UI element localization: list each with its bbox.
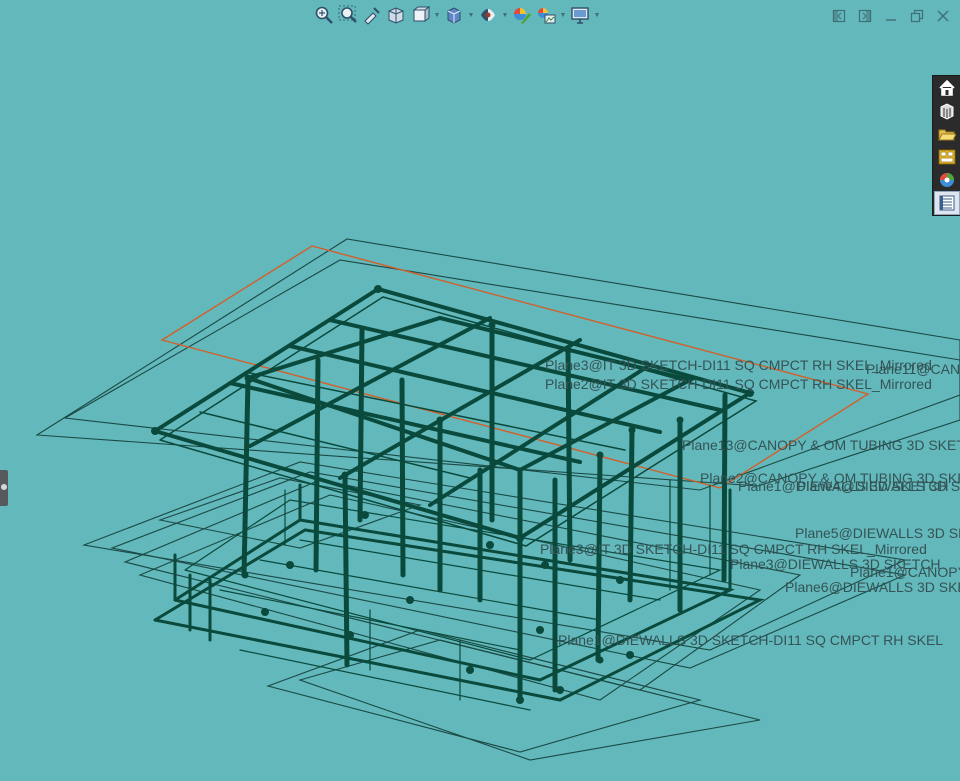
plane-label: Plane5@DIEWALLS 3D SKETCH <box>795 525 960 541</box>
appearances-icon[interactable] <box>935 169 959 191</box>
hide-show-items-icon[interactable] <box>476 3 500 27</box>
plane-label: Plane1@DIEWALLS 3D SKETCH-DI11 SQ CMPCT … <box>558 632 944 648</box>
plane-label: Plane13@CANOPY & OM TUBING 3D SKETCH <box>682 437 960 453</box>
zoom-to-fit-icon[interactable] <box>312 3 336 27</box>
display-style-dropdown-icon[interactable]: ▼ <box>466 3 476 27</box>
heads-up-view-toolbar: ▼ ▼ ▼ ▼ ▼ <box>312 3 602 27</box>
zoom-to-area-icon[interactable] <box>336 3 360 27</box>
plane-label: Plane11@CANOPY <box>866 361 960 377</box>
custom-properties-icon[interactable] <box>934 191 960 215</box>
design-library-icon[interactable] <box>935 100 959 122</box>
plane-label: Plane4@DIEWALLS 3D SKETCH <box>797 478 960 494</box>
plane-label: Plane2@IT 3D SKETCH-DI11 SQ CMPCT RH SKE… <box>545 376 932 392</box>
close-icon[interactable] <box>930 5 956 27</box>
home-icon[interactable] <box>935 77 959 99</box>
section-view-icon[interactable] <box>384 3 408 27</box>
apply-scene-dropdown-icon[interactable]: ▼ <box>558 3 568 27</box>
reference-planes <box>35 238 960 761</box>
feature-manager-collapse-handle[interactable] <box>0 470 8 506</box>
previous-view-icon[interactable] <box>360 3 384 27</box>
file-explorer-icon[interactable] <box>935 123 959 145</box>
view-palette-icon[interactable] <box>935 146 959 168</box>
restore-left-icon[interactable] <box>826 5 852 27</box>
edit-appearance-icon[interactable] <box>510 3 534 27</box>
view-orientation-icon[interactable] <box>408 3 432 27</box>
view-settings-dropdown-icon[interactable]: ▼ <box>592 3 602 27</box>
view-orientation-dropdown-icon[interactable]: ▼ <box>432 3 442 27</box>
restore-icon[interactable] <box>904 5 930 27</box>
minimize-icon[interactable] <box>878 5 904 27</box>
window-controls <box>826 5 956 27</box>
apply-scene-icon[interactable] <box>534 3 558 27</box>
restore-right-icon[interactable] <box>852 5 878 27</box>
task-pane-tabs <box>932 75 960 216</box>
hide-show-dropdown-icon[interactable]: ▼ <box>500 3 510 27</box>
plane-label: Plane6@DIEWALLS 3D SKETCH <box>785 579 960 595</box>
display-style-icon[interactable] <box>442 3 466 27</box>
plane-label: Plane1@CANOPY <box>850 564 960 580</box>
plane-canopy-2 <box>63 259 960 491</box>
handle-dot-icon <box>1 484 7 490</box>
view-settings-icon[interactable] <box>568 3 592 27</box>
plane-label: Plane3@IT 3D SKETCH-DI11 SQ CMPCT RH SKE… <box>540 541 927 557</box>
